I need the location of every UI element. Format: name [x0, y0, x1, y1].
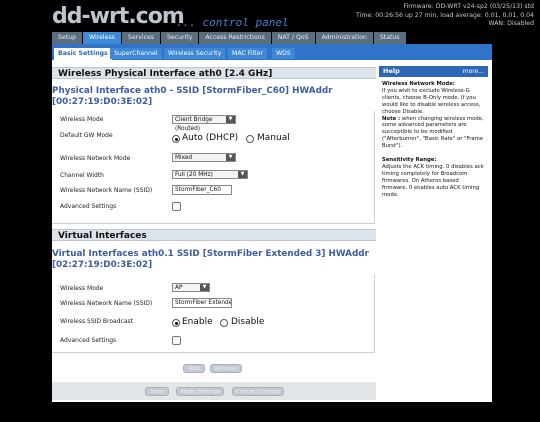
broadcast-enable-label: Enable	[182, 317, 213, 327]
dd-wrt-logo: dd-wrt.com	[52, 4, 185, 29]
chevron-down-icon: ▼	[200, 284, 209, 291]
sub-tabs: Basic Settings SuperChannel Wireless Sec…	[52, 44, 492, 60]
main-tabs: Setup Wireless Services Security Access …	[52, 32, 406, 44]
gw-manual-radio[interactable]	[246, 135, 254, 143]
tab-security[interactable]: Security	[161, 32, 199, 44]
channel-width-label: Channel Width	[60, 172, 104, 179]
virtual-ssid-input[interactable]: StormFiber Extended 3	[172, 298, 232, 308]
cancel-changes-button[interactable]: Cancel Changes	[232, 387, 284, 396]
virtual-ssid-label: Wireless Network Name (SSID)	[60, 300, 153, 307]
wan-status: WAN: Disabled	[488, 20, 534, 27]
virtual-wireless-mode-select[interactable]: AP ▼	[172, 283, 210, 292]
help-header: Help more...	[379, 66, 488, 77]
gw-manual-label: Manual	[257, 133, 290, 143]
network-mode-label: Wireless Network Mode	[60, 155, 131, 162]
main-panel: Wireless Physical Interface ath0 [2.4 GH…	[52, 60, 492, 402]
help-body: Wireless Network Mode: If you wish to ex…	[379, 77, 488, 203]
network-mode-select[interactable]: Mixed ▼	[172, 153, 236, 162]
channel-width-value: Full (20 MHz)	[175, 172, 213, 178]
help-text-sensitivity: Adjusts the ACK timing. 0 disables ack t…	[382, 163, 484, 198]
ssid-label: Wireless Network Name (SSID)	[60, 187, 153, 194]
tab-nat-qos[interactable]: NAT / QoS	[271, 32, 315, 44]
section-title-virtual: Virtual Interfaces	[52, 229, 376, 241]
virtual-wireless-mode-label: Wireless Mode	[60, 285, 104, 292]
firmware-text: Firmware: DD-WRT v24-sp2 (03/25/13) std	[403, 3, 534, 10]
physical-interface-title: Physical Interface ath0 - SSID [StormFib…	[52, 86, 372, 108]
bottom-strip	[52, 402, 492, 422]
tab-setup[interactable]: Setup	[52, 32, 83, 44]
virtual-advanced-settings-label: Advanced Settings	[60, 337, 117, 344]
help-more-link[interactable]: more...	[463, 66, 484, 77]
subtab-wds[interactable]: WDS	[272, 48, 295, 59]
gw-auto-label: Auto (DHCP)	[182, 133, 239, 143]
default-gw-label: Default GW Mode	[60, 132, 113, 139]
help-note: Note : when changing wireless mode, some…	[382, 116, 485, 151]
apply-settings-button[interactable]: Apply Settings	[176, 387, 224, 396]
tab-services[interactable]: Services	[121, 32, 160, 44]
section-title-physical: Wireless Physical Interface ath0 [2.4 GH…	[52, 67, 376, 79]
advanced-settings-checkbox[interactable]	[172, 202, 181, 211]
tab-access-restrictions[interactable]: Access Restrictions	[199, 32, 271, 44]
wireless-mode-label: Wireless Mode	[60, 116, 104, 123]
header-info: Firmware: DD-WRT v24-sp2 (03/25/13) std …	[356, 3, 534, 29]
remove-button[interactable]: Remove	[210, 364, 242, 373]
help-note-label: Note :	[382, 115, 401, 122]
tab-administration[interactable]: Administration	[315, 32, 373, 44]
wireless-mode-select[interactable]: Client Bridge (Routed) ▼	[172, 115, 236, 132]
virtual-interface-title: Virtual Interfaces ath0.1 SSID [StormFib…	[52, 249, 372, 271]
channel-width-select[interactable]: Full (20 MHz) ▼	[172, 170, 248, 179]
header: dd-wrt.com ... control panel Firmware: D…	[0, 0, 540, 32]
virtual-interface-title-line1: Virtual Interfaces ath0.1 SSID [StormFib…	[52, 249, 369, 259]
help-text-network-mode: If you wish to exclude Wireless-G client…	[382, 87, 481, 115]
chevron-down-icon: ▼	[238, 171, 247, 178]
subtab-mac-filter[interactable]: MAC Filter	[228, 48, 268, 59]
add-button[interactable]: Add	[183, 364, 205, 373]
chevron-down-icon: ▼	[226, 116, 235, 123]
physical-interface-title-line1: Physical Interface ath0 - SSID [StormFib…	[52, 86, 333, 96]
virtual-interface-title-line2: [02:27:19:D0:3E:02]	[52, 260, 153, 270]
gw-auto-radio[interactable]	[172, 135, 180, 143]
help-heading-sensitivity: Sensitivity Range:	[382, 157, 437, 164]
subtab-wireless-security[interactable]: Wireless Security	[164, 48, 226, 59]
broadcast-enable-radio[interactable]	[172, 319, 180, 327]
broadcast-disable-radio[interactable]	[220, 319, 228, 327]
control-panel-label: ... control panel	[176, 16, 289, 29]
virtual-wireless-mode-value: AP	[175, 285, 183, 291]
physical-interface-title-line2: [00:27:19:D0:3E:02]	[52, 97, 153, 107]
uptime-text: Time: 00:26:56 up 27 min, load average: …	[356, 11, 534, 19]
help-panel: Help more... Wireless Network Mode: If y…	[379, 66, 488, 203]
save-button[interactable]: Save	[145, 387, 169, 396]
help-heading-network-mode: Wireless Network Mode:	[382, 81, 455, 87]
ssid-broadcast-label: Wireless SSID Broadcast	[60, 318, 133, 325]
ssid-input[interactable]: StormFiber_C60	[172, 185, 232, 195]
help-title: Help	[383, 67, 400, 75]
virtual-advanced-settings-checkbox[interactable]	[172, 336, 181, 345]
subtab-superchannel[interactable]: SuperChannel	[110, 48, 162, 59]
chevron-down-icon: ▼	[226, 154, 235, 161]
tab-wireless[interactable]: Wireless	[83, 32, 121, 44]
advanced-settings-label: Advanced Settings	[60, 203, 117, 210]
network-mode-value: Mixed	[175, 155, 193, 161]
broadcast-disable-label: Disable	[231, 317, 265, 327]
tab-status[interactable]: Status	[373, 32, 406, 44]
subtab-basic-settings[interactable]: Basic Settings	[54, 48, 112, 60]
